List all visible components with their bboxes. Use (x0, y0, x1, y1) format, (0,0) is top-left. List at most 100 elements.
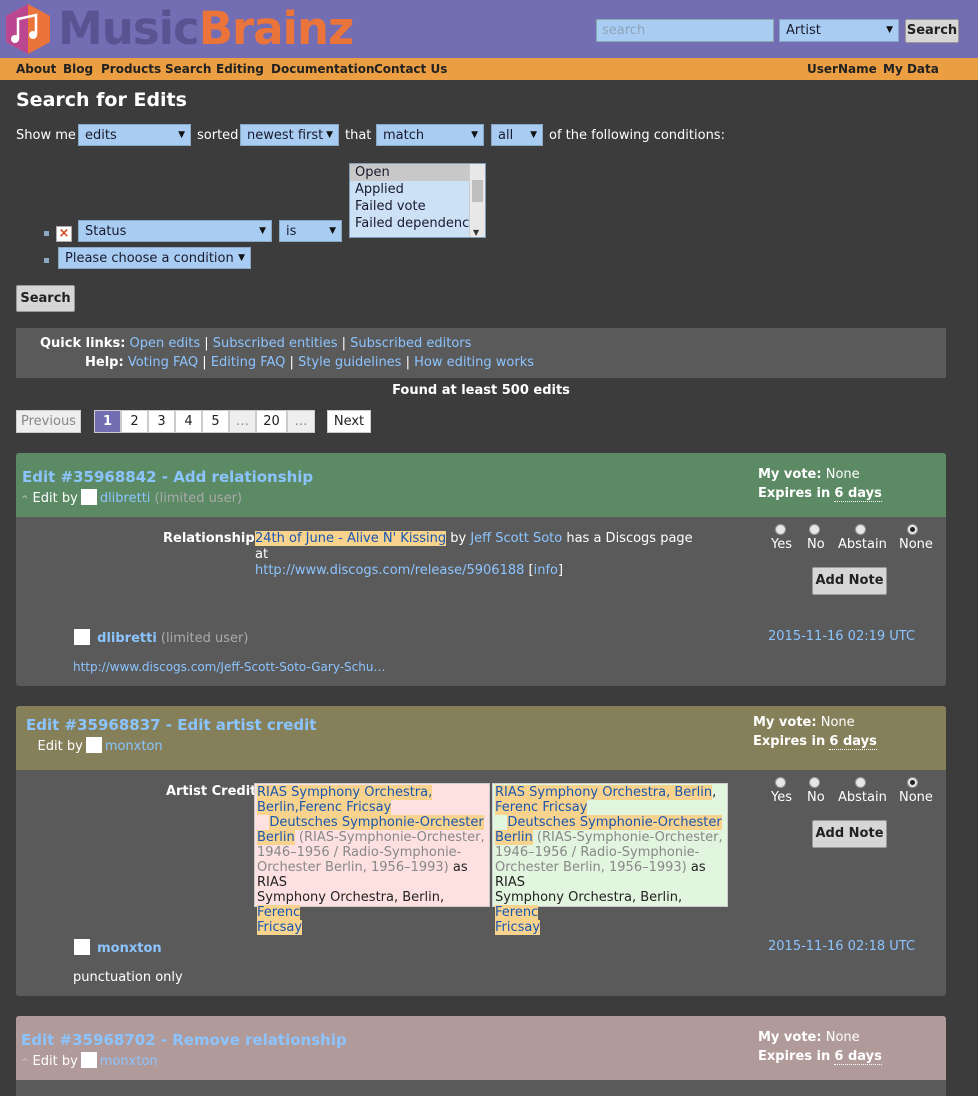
add-note-button[interactable]: Add Note (812, 820, 887, 848)
vote-abstain-radio[interactable] (855, 524, 866, 535)
nav-contact-us[interactable]: Contact Us (374, 62, 447, 76)
info-link[interactable]: info (534, 563, 558, 578)
vote-label: No (807, 537, 825, 552)
logo-text[interactable]: MusicBrainz (58, 1, 354, 57)
editor-link[interactable]: monxton (100, 1054, 158, 1069)
nav-editing[interactable]: Editing (216, 62, 264, 76)
condition-field-select[interactable]: Status ▼ (78, 220, 272, 242)
header-search-button[interactable]: Search (905, 19, 959, 43)
scroll-down-icon[interactable]: ▼ (473, 228, 479, 237)
collapse-icon[interactable]: ^ (21, 1058, 29, 1068)
link-voting-faq[interactable]: Voting FAQ (128, 355, 198, 370)
page-button[interactable]: 2 (121, 410, 148, 433)
all-any-select[interactable]: all ▼ (491, 124, 543, 146)
vote-label: Yes (771, 790, 792, 805)
vote-label: Yes (771, 537, 792, 552)
edit-title-link[interactable]: Edit #35968842 - Add relationship (22, 468, 313, 486)
match-select[interactable]: match ▼ (376, 124, 484, 146)
status-option[interactable]: Open (350, 164, 485, 181)
add-note-button[interactable]: Add Note (812, 567, 887, 595)
artist-link[interactable]: Jeff Scott Soto (470, 531, 562, 546)
edit-header: Edit #35968837 - Edit artist credit ^Edi… (16, 706, 946, 770)
musicbrainz-logo-icon[interactable] (4, 3, 52, 55)
status-option[interactable]: Applied (350, 181, 485, 198)
chevron-down-icon: ▼ (530, 130, 537, 140)
show-me-label: Show me (16, 128, 76, 143)
nav-documentation[interactable]: Documentation (271, 62, 375, 76)
new-condition-select[interactable]: Please choose a condition ▼ (58, 247, 251, 269)
page-button[interactable]: 1 (94, 410, 121, 433)
previous-page-button[interactable]: Previous (16, 410, 81, 433)
link-subscribed-entities[interactable]: Subscribed entities (213, 336, 338, 351)
expires-value: 6 days (829, 734, 877, 750)
edit-by: ^ Edit by dlibretti (limited user) (21, 489, 243, 506)
editor-link[interactable]: dlibretti (100, 491, 151, 506)
conditions-label: of the following conditions: (549, 128, 725, 143)
condition-operator-select[interactable]: is ▼ (279, 220, 342, 242)
vote-label: No (807, 790, 825, 805)
vote-none-radio[interactable] (907, 524, 918, 535)
release-link[interactable]: 24th of June - Alive N' Kissing (255, 531, 447, 546)
header: MusicBrainz Artist▼ Search (0, 0, 978, 58)
editor-avatar (80, 1052, 97, 1068)
nav-my-data[interactable]: My Data (883, 62, 939, 76)
listbox-scrollbar[interactable]: ▼ (469, 164, 485, 237)
note-date: 2015-11-16 02:18 UTC (768, 939, 916, 954)
vote-yes-radio[interactable] (775, 777, 786, 788)
page-button[interactable]: 20 (256, 410, 287, 433)
nav-blog[interactable]: Blog (63, 62, 93, 76)
status-option[interactable]: Failed vote (350, 198, 485, 215)
link-how-editing-works[interactable]: How editing works (414, 355, 534, 370)
vote-no-radio[interactable] (809, 524, 820, 535)
note-editor-link[interactable]: monxton (97, 941, 162, 956)
expires-value: 6 days (834, 486, 882, 502)
bullet (44, 231, 49, 236)
header-search-input[interactable] (596, 19, 774, 42)
link-style-guidelines[interactable]: Style guidelines (298, 355, 401, 370)
page-button[interactable]: 3 (148, 410, 175, 433)
edit-title-link[interactable]: Edit #35968702 - Remove relationship (21, 1031, 347, 1049)
discogs-url-link[interactable]: http://www.discogs.com/release/5906188 (255, 563, 524, 578)
nav-search[interactable]: Search (165, 62, 211, 76)
next-page-button[interactable]: Next (327, 410, 371, 433)
vote-abstain-radio[interactable] (855, 777, 866, 788)
vote-no-radio[interactable] (809, 777, 820, 788)
editor-avatar (74, 629, 90, 645)
vote-label: Abstain (838, 790, 887, 805)
remove-condition-icon[interactable]: × (56, 226, 72, 242)
field-label: Artist Credit: (166, 784, 262, 799)
editor-link[interactable]: monxton (105, 739, 163, 754)
chevron-down-icon: ▼ (886, 25, 893, 35)
status-listbox[interactable]: Open Applied Failed vote Failed dependen… (349, 163, 486, 238)
edit-title-link[interactable]: Edit #35968837 - Edit artist credit (26, 716, 316, 734)
vote-yes-radio[interactable] (775, 524, 786, 535)
link-subscribed-editors[interactable]: Subscribed editors (350, 336, 471, 351)
vote-none-radio[interactable] (907, 777, 918, 788)
chevron-down-icon: ▼ (329, 226, 336, 236)
sort-select[interactable]: newest first ▼ (240, 124, 339, 146)
nav-products[interactable]: Products (101, 62, 161, 76)
search-type-select[interactable]: Artist ▼ (779, 19, 899, 42)
nav-about[interactable]: About (16, 62, 56, 76)
link-editing-faq[interactable]: Editing FAQ (211, 355, 286, 370)
chevron-down-icon: ▼ (471, 130, 478, 140)
chevron-down-icon: ▼ (259, 226, 266, 236)
editor-note: (limited user) (154, 491, 243, 506)
nav-username[interactable]: UserName (807, 62, 877, 76)
note-editor: dlibretti (limited user) (71, 629, 248, 646)
editor-avatar (80, 489, 97, 505)
search-edits-button[interactable]: Search (16, 285, 75, 312)
page-button[interactable]: 5 (202, 410, 229, 433)
note-editor-link[interactable]: dlibretti (97, 631, 157, 646)
page-button[interactable]: 4 (175, 410, 202, 433)
quick-links-label: Quick links: (40, 336, 126, 351)
old-artist-credit: RIAS Symphony Orchestra, Berlin,Ferenc F… (254, 783, 490, 935)
relationship-value: 24th of June - Alive N' Kissing by Jeff … (255, 531, 693, 578)
show-me-select[interactable]: edits ▼ (78, 124, 191, 146)
field-label: Relationship: (163, 531, 260, 546)
link-open-edits[interactable]: Open edits (130, 336, 201, 351)
vote-info: My vote: None Expires in 6 days (758, 467, 882, 502)
collapse-icon[interactable]: ^ (21, 495, 29, 505)
note-url-link[interactable]: http://www.discogs.com/Jeff-Scott-Soto-G… (73, 660, 385, 674)
status-option[interactable]: Failed dependency (350, 215, 485, 232)
